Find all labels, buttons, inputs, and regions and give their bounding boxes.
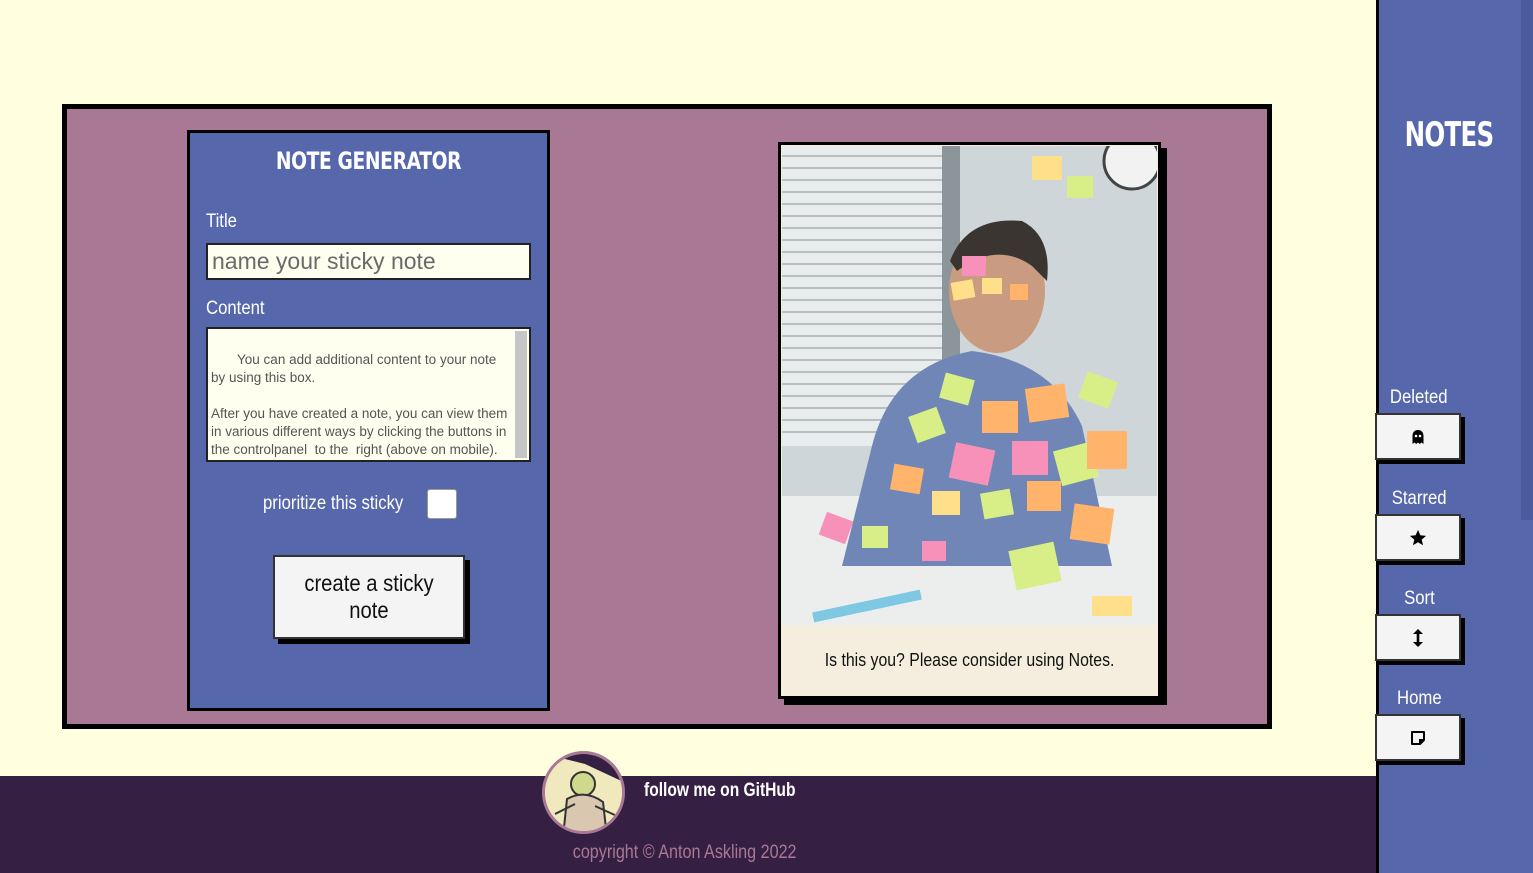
sort-arrows-icon xyxy=(1413,628,1423,647)
app-title: Notes xyxy=(1404,115,1494,155)
title-input[interactable] xyxy=(206,243,531,280)
ghost-icon xyxy=(1412,429,1424,444)
control-panel: Notes Deleted Starred Sort Home xyxy=(1375,0,1533,873)
main-frame: Note Generator Title Content You can add… xyxy=(62,104,1272,729)
home-label-text: Home xyxy=(1396,688,1442,709)
sort-button[interactable] xyxy=(1375,614,1461,661)
sort-label-text: Sort xyxy=(1403,588,1435,609)
content-textarea[interactable]: You can add additional content to your n… xyxy=(206,327,531,462)
deleted-button[interactable] xyxy=(1375,413,1461,460)
starred-button[interactable] xyxy=(1375,514,1461,561)
starred-label-text: Starred xyxy=(1391,488,1447,509)
promo-caption-text: Is this you? Please consider using Notes… xyxy=(824,650,1115,670)
content-scrollbar[interactable] xyxy=(515,331,527,458)
deleted-label-text: Deleted xyxy=(1390,387,1448,408)
create-note-button[interactable]: create a sticky note xyxy=(273,555,465,639)
sticky-note-icon xyxy=(1411,730,1425,745)
note-generator-panel: Note Generator Title Content You can add… xyxy=(187,130,550,711)
content-label: Content xyxy=(206,298,265,319)
promo-card: Is this you? Please consider using Notes… xyxy=(778,142,1161,699)
copyright-text: copyright © Anton Askling 2022 xyxy=(573,842,797,863)
home-button[interactable] xyxy=(1375,714,1461,761)
title-label: Title xyxy=(206,211,237,232)
star-icon xyxy=(1409,529,1427,545)
promo-caption: Is this you? Please consider using Notes… xyxy=(781,650,1158,671)
control-panel-scrollbar[interactable] xyxy=(1521,0,1533,520)
create-note-button-label: create a sticky note xyxy=(304,570,434,623)
copyright: copyright © Anton Askling 2022 xyxy=(0,842,1370,864)
github-link[interactable]: follow me on GitHub xyxy=(644,780,795,802)
github-avatar[interactable] xyxy=(542,751,625,834)
deleted-label: Deleted xyxy=(1369,387,1469,409)
sort-label: Sort xyxy=(1369,588,1469,610)
prioritize-checkbox[interactable] xyxy=(427,489,457,519)
footer: follow me on GitHub copyright © Anton As… xyxy=(0,751,1376,873)
note-generator-heading: Note Generator xyxy=(275,147,462,175)
content-text: You can add additional content to your n… xyxy=(211,352,508,457)
home-label: Home xyxy=(1369,688,1469,710)
starred-label: Starred xyxy=(1369,488,1469,510)
sticky-notes-man-photo xyxy=(782,146,1157,625)
prioritize-label: prioritize this sticky xyxy=(263,493,404,514)
